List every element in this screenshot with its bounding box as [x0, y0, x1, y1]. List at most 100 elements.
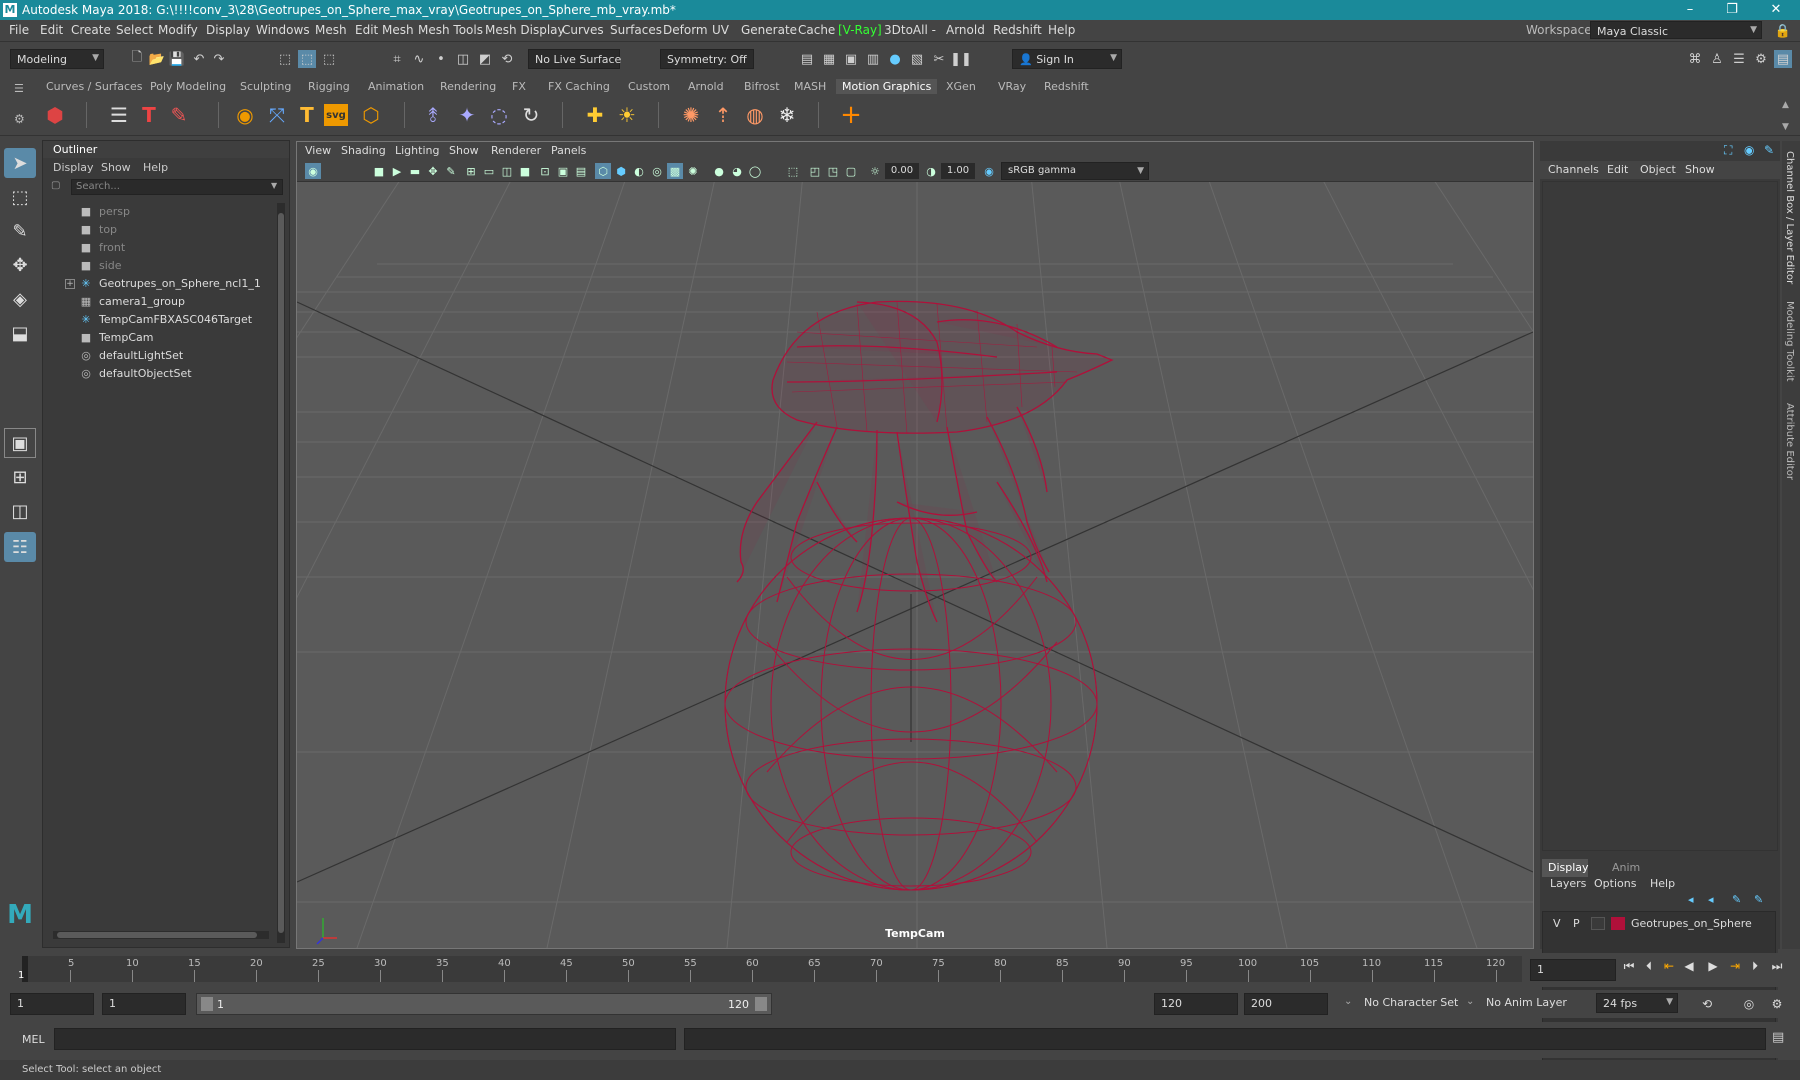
outliner-menu-help[interactable]: Help: [143, 161, 168, 174]
resolution-gate-icon[interactable]: ◫: [499, 163, 515, 179]
go-to-end-icon[interactable]: ⏭: [1768, 957, 1786, 975]
fluid-icon[interactable]: ◍: [740, 100, 770, 130]
select-component-icon[interactable]: ⬚: [320, 50, 338, 68]
shelf-tab-poly-modeling[interactable]: Poly Modeling: [144, 79, 232, 94]
render-view-icon[interactable]: ▦: [820, 50, 838, 68]
viewport-menu-lighting[interactable]: Lighting: [395, 144, 439, 157]
shelf-tab-fx[interactable]: FX: [506, 79, 532, 94]
menu-edit[interactable]: Edit: [40, 23, 63, 37]
step-back-frame-icon[interactable]: ⏴: [1640, 957, 1658, 975]
xray-icon[interactable]: ◰: [807, 163, 823, 179]
channel-box-menu-show[interactable]: Show: [1685, 163, 1715, 176]
shelf-tab-fx-caching[interactable]: FX Caching: [542, 79, 616, 94]
new-layer-selected-icon[interactable]: ✎: [1754, 893, 1763, 906]
menu-arnold[interactable]: Arnold: [946, 23, 985, 37]
paint-select-tool-icon[interactable]: ✎: [4, 216, 36, 246]
timeline[interactable]: 1 5 10 15 20 25 30 35 40 45 50 55 60 65 …: [18, 956, 1522, 982]
animation-end-field[interactable]: 200: [1244, 993, 1328, 1015]
xray-components-icon[interactable]: ▢: [843, 163, 859, 179]
menu-deform[interactable]: Deform: [663, 23, 708, 37]
outliner-menu-display[interactable]: Display: [53, 161, 94, 174]
undo-icon[interactable]: ↶: [190, 50, 208, 68]
render-settings-icon[interactable]: ▤: [798, 50, 816, 68]
gamma-icon[interactable]: ◑: [923, 163, 939, 179]
layer-tab-anim[interactable]: Anim: [1612, 861, 1640, 874]
exposure-field[interactable]: 0.00: [885, 163, 919, 179]
playback-start-field[interactable]: 1: [102, 993, 186, 1015]
side-tab-attribute-editor[interactable]: Attribute Editor: [1784, 403, 1795, 480]
locator-icon[interactable]: ✚: [580, 100, 610, 130]
shelf-tab-motion-graphics[interactable]: Motion Graphics: [836, 79, 938, 94]
layer-visibility-toggle[interactable]: V: [1553, 917, 1561, 930]
workspace-dropdown[interactable]: Maya Classic ▼: [1590, 21, 1762, 39]
two-view-layout-icon[interactable]: ◫: [4, 496, 36, 526]
snap-view-icon[interactable]: ◫: [454, 50, 472, 68]
menu-help[interactable]: Help: [1048, 23, 1075, 37]
shelf-tab-mash[interactable]: MASH: [788, 79, 832, 94]
pause-viewport-icon[interactable]: ❚❚: [950, 50, 972, 68]
play-backwards-icon[interactable]: ◀: [1680, 957, 1698, 975]
minimize-button[interactable]: –: [1670, 0, 1710, 20]
menu-vray[interactable]: [V-Ray]: [838, 23, 882, 37]
go-to-start-icon[interactable]: ⏮: [1620, 957, 1638, 975]
menu-set-dropdown[interactable]: Modeling ▼: [10, 49, 104, 69]
color-management-icon[interactable]: ◉: [981, 163, 997, 179]
live-surface-field[interactable]: No Live Surface: [528, 49, 621, 69]
type-tool-icon[interactable]: T: [134, 100, 164, 130]
menu-display[interactable]: Display: [206, 23, 250, 37]
open-scene-icon[interactable]: 📂: [148, 50, 166, 68]
menu-edit-mesh[interactable]: Edit Mesh: [355, 23, 414, 37]
layer-menu-help[interactable]: Help: [1650, 877, 1675, 890]
shelf-tab-xgen[interactable]: XGen: [940, 79, 982, 94]
sign-in-dropdown[interactable]: 👤 Sign In ▼: [1012, 49, 1122, 69]
select-hierarchy-icon[interactable]: ⬚: [276, 50, 294, 68]
anim-layer-icon[interactable]: ⌄: [1466, 996, 1474, 1007]
close-button[interactable]: ✕: [1756, 0, 1796, 20]
hypershade-icon[interactable]: ●: [886, 50, 904, 68]
outliner-item-camera1-group[interactable]: ▦ camera1_group: [43, 293, 281, 311]
range-slider[interactable]: 1 120: [196, 993, 772, 1015]
shelf-tab-bifrost[interactable]: Bifrost: [738, 79, 786, 94]
scrollbar-thumb[interactable]: [278, 213, 284, 933]
command-input[interactable]: [54, 1028, 676, 1050]
lattice-icon[interactable]: ◌: [484, 100, 514, 130]
move-tool-icon[interactable]: ✥: [4, 250, 36, 280]
channel-box-menu-channels[interactable]: Channels: [1548, 163, 1599, 176]
menu-select[interactable]: Select: [116, 23, 153, 37]
bookmark-icon[interactable]: ▶: [389, 163, 405, 179]
layer-editor-toggle-icon[interactable]: ◉: [1744, 143, 1754, 157]
viewport-scene[interactable]: [297, 182, 1533, 948]
side-tab-modeling-toolkit[interactable]: Modeling Toolkit: [1784, 301, 1795, 382]
bend-icon[interactable]: ✦: [452, 100, 482, 130]
new-layer-icon[interactable]: ✎: [1732, 893, 1741, 906]
scrollbar-thumb[interactable]: [57, 932, 257, 938]
select-camera-icon[interactable]: ◉: [305, 163, 321, 179]
menu-redshift[interactable]: Redshift: [993, 23, 1042, 37]
image-plane-icon[interactable]: ▬: [407, 163, 423, 179]
screen-space-ao-icon[interactable]: ◕: [729, 163, 745, 179]
shelf-tab-redshift[interactable]: Redshift: [1038, 79, 1095, 94]
chevron-down-icon[interactable]: ▼: [271, 181, 277, 190]
outliner-layout-icon[interactable]: ☷: [4, 532, 36, 562]
lights-icon[interactable]: ✺: [685, 163, 701, 179]
step-forward-frame-icon[interactable]: ⏵: [1746, 957, 1764, 975]
view-transform-dropdown[interactable]: sRGB gamma ▼: [1001, 162, 1149, 180]
motion-blur-icon[interactable]: ◯: [747, 163, 763, 179]
loop-icon[interactable]: ⟲: [1698, 995, 1716, 1013]
scroll-up-icon[interactable]: ▲: [1782, 100, 1789, 110]
default-material-icon[interactable]: ◐: [631, 163, 647, 179]
outliner-item-side[interactable]: ■ side: [43, 257, 281, 275]
light-icon[interactable]: ☀: [612, 100, 642, 130]
ipr-render-icon[interactable]: ▥: [864, 50, 882, 68]
snap-curve-icon[interactable]: ∿: [410, 50, 428, 68]
gear-icon[interactable]: ⚙: [14, 112, 25, 126]
fps-dropdown[interactable]: 24 fps ▼: [1596, 993, 1678, 1013]
command-language-label[interactable]: MEL: [22, 1033, 45, 1046]
layer-row[interactable]: V P Geotrupes_on_Sphere: [1545, 916, 1773, 932]
channel-box-menu-object[interactable]: Object: [1640, 163, 1676, 176]
smooth-shade-icon[interactable]: ⬢: [613, 163, 629, 179]
exposure-icon[interactable]: ☼: [867, 163, 883, 179]
camera-attributes-icon[interactable]: ■: [371, 163, 387, 179]
tool-settings-icon[interactable]: ⚙: [1752, 50, 1770, 68]
isolate-select-icon[interactable]: ⬚: [785, 163, 801, 179]
